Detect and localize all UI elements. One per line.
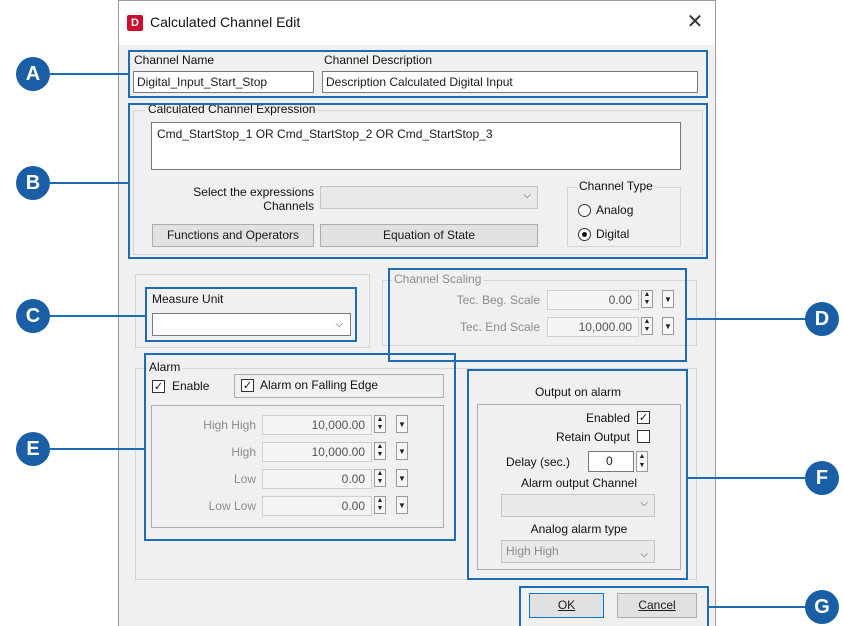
callout-badge-f: F	[805, 461, 839, 495]
callout-box-e	[144, 353, 456, 541]
window-title: Calculated Channel Edit	[150, 14, 301, 30]
app-icon: D	[127, 15, 143, 31]
callout-badge-d: D	[805, 302, 839, 336]
callout-box-g	[519, 586, 709, 626]
callout-badge-e: E	[16, 432, 50, 466]
callout-badge-b: B	[16, 166, 50, 200]
callout-line-c	[50, 315, 146, 317]
callout-box-f	[467, 369, 688, 580]
callout-box-c	[145, 287, 357, 342]
callout-line-g	[708, 606, 810, 608]
callout-badge-a: A	[16, 57, 50, 91]
callout-box-a	[128, 50, 708, 98]
callout-badge-c: C	[16, 299, 50, 333]
callout-line-e	[50, 448, 146, 450]
callout-box-b	[128, 103, 708, 259]
close-icon[interactable]: ✕	[682, 10, 708, 34]
callout-line-d	[686, 318, 810, 320]
callout-box-d	[388, 268, 687, 362]
callout-badge-g: G	[805, 590, 839, 624]
callout-line-a	[50, 73, 130, 75]
callout-line-f	[687, 477, 811, 479]
callout-line-b	[50, 182, 130, 184]
